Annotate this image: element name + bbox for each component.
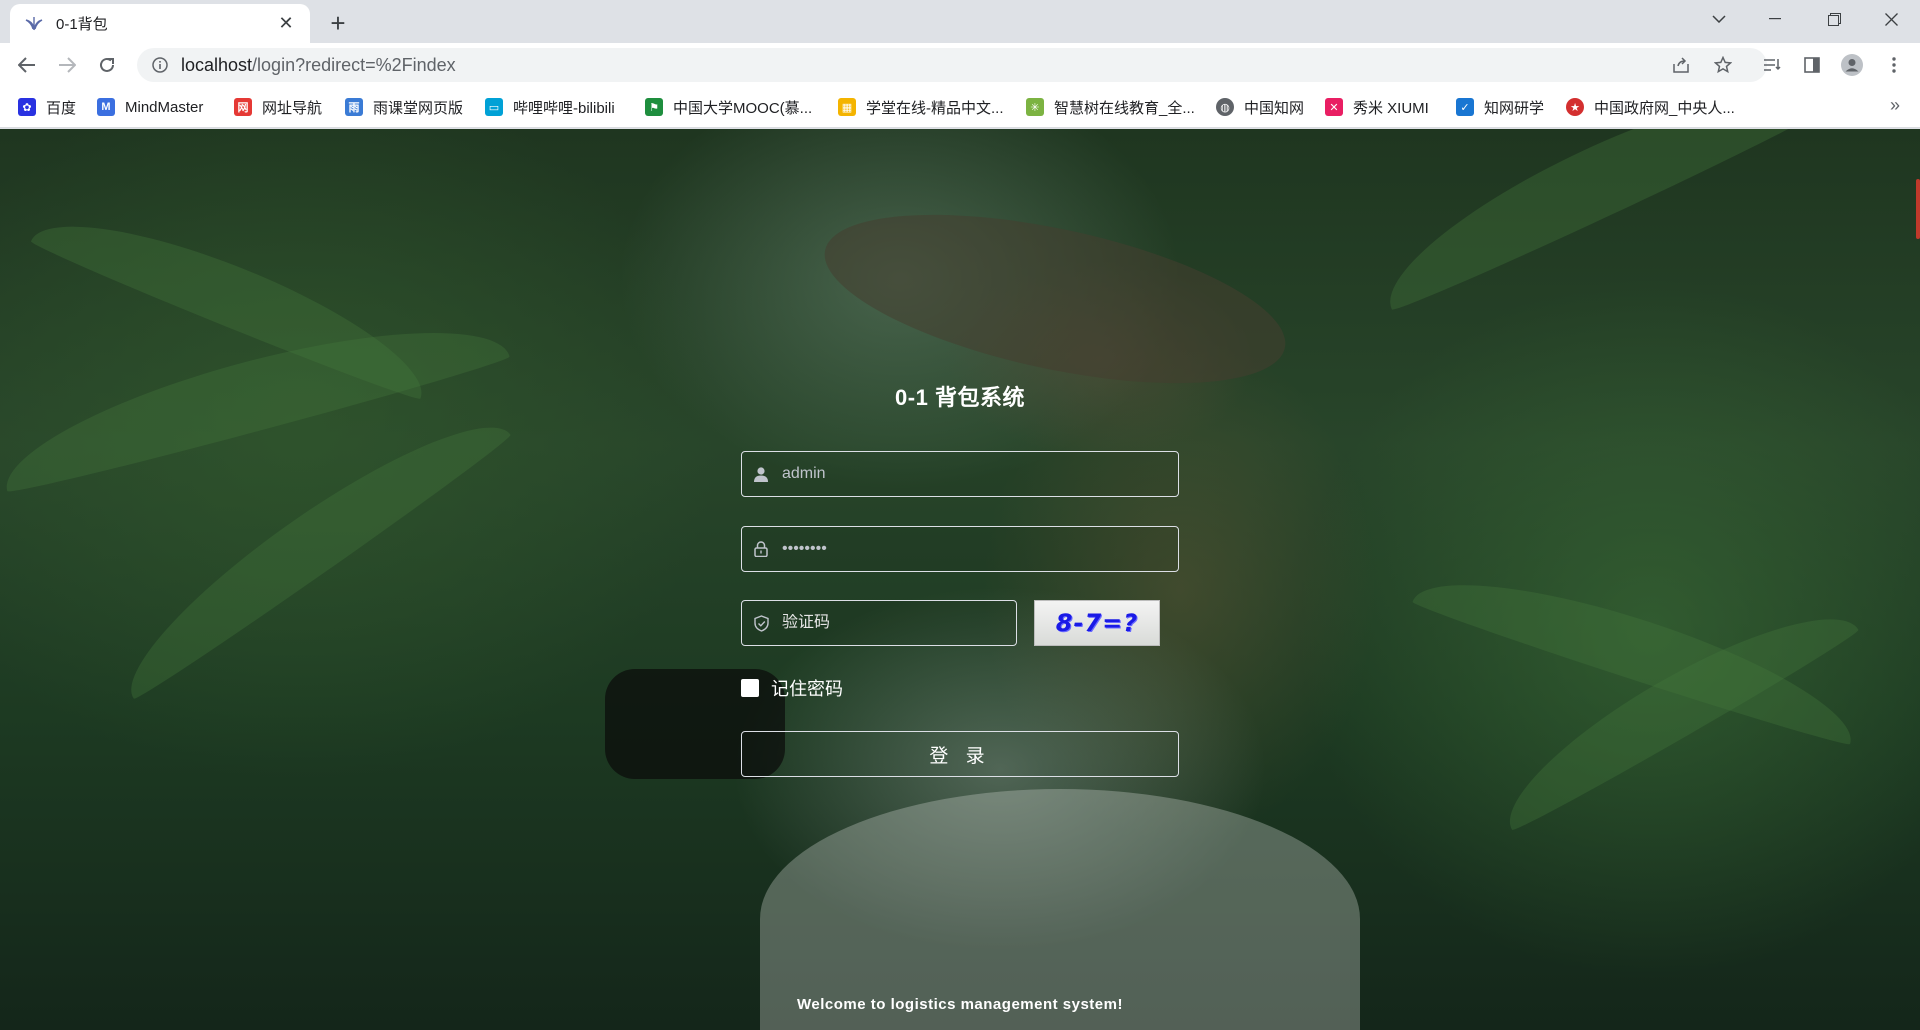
bookmark-item[interactable]: M MindMaster [97, 95, 203, 119]
xuetang-icon: ▦ [838, 98, 856, 116]
bookmark-label: 中国知网 [1244, 99, 1305, 117]
tab-strip: 0-1背包 ✕ + [0, 0, 1920, 43]
browser-tab[interactable]: 0-1背包 ✕ [10, 4, 310, 43]
bookmark-item[interactable]: ✓ 知网研学 [1456, 95, 1544, 119]
reading-list-icon[interactable] [1756, 49, 1788, 81]
bookmark-label: 学堂在线-精品中文... [866, 99, 1004, 117]
remember-password-checkbox[interactable]: 记住密码 [741, 675, 843, 701]
username-input[interactable] [782, 465, 1162, 483]
bookmark-item[interactable]: ✿ 百度 [18, 95, 76, 119]
url-path: /login?redirect=%2Findex [252, 54, 456, 75]
bookmarks-overflow-chevron-icon[interactable]: » [1890, 95, 1900, 116]
bookmark-label: 知网研学 [1484, 99, 1545, 117]
share-icon[interactable] [1665, 48, 1697, 82]
bookmark-label: 秀米 XIUMI [1353, 99, 1429, 117]
xiumi-icon: ✕ [1325, 98, 1343, 116]
bookmark-item[interactable]: ✳ 智慧树在线教育_全... [1026, 95, 1195, 119]
bookmark-item[interactable]: ⚑ 中国大学MOOC(慕... [645, 95, 812, 119]
bookmarks-bar: ✿ 百度 M MindMaster 网网址导航 雨雨课堂网页版 ▭ 哔哩哔哩-bili… [0, 86, 1920, 128]
url-text: localhost/login?redirect=%2Findex [181, 55, 456, 76]
site-info-icon[interactable] [151, 56, 169, 74]
login-page-background: 0-1 背包系统 8-7=? 记住密码 登 录 Welcome to logis… [0, 129, 1920, 1030]
shield-check-icon [752, 614, 770, 632]
browser-menu-icon[interactable] [1878, 49, 1910, 81]
foliage-decoration [1365, 129, 1830, 316]
bookmark-star-icon[interactable] [1707, 48, 1739, 82]
bookmark-label: 哔哩哔哩-bilibili [513, 99, 615, 117]
tab-favicon-icon [24, 14, 44, 34]
tab-close-icon[interactable]: ✕ [276, 13, 296, 34]
side-panel-icon[interactable] [1796, 49, 1828, 81]
lock-icon [752, 540, 770, 558]
bookmark-label: 网址导航 [262, 99, 323, 117]
username-field[interactable] [741, 451, 1179, 497]
reload-icon[interactable] [91, 49, 123, 81]
tab-title: 0-1背包 [56, 16, 108, 33]
scroll-indicator [1916, 179, 1920, 239]
profile-avatar-icon[interactable] [1836, 49, 1868, 81]
login-button[interactable]: 登 录 [741, 731, 1179, 777]
bookmark-label: 中国政府网_中央人... [1594, 99, 1735, 117]
bookmark-label: 百度 [46, 99, 77, 117]
password-input[interactable] [782, 540, 1162, 558]
globe-icon: ◍ [1216, 98, 1234, 116]
bookmark-item[interactable]: 雨雨课堂网页版 [345, 95, 463, 119]
bookmark-item[interactable]: 网网址导航 [234, 95, 322, 119]
address-bar[interactable]: localhost/login?redirect=%2Findex [137, 48, 1767, 82]
captcha-field[interactable] [741, 600, 1017, 646]
url-host: localhost [181, 54, 253, 75]
mooc-flag-icon: ⚑ [645, 98, 663, 116]
bookmark-item[interactable]: ▭ 哔哩哔哩-bilibili [485, 95, 615, 119]
user-icon [752, 465, 770, 483]
new-tab-button[interactable]: + [324, 9, 352, 37]
captcha-input[interactable] [782, 614, 1002, 632]
password-field[interactable] [741, 526, 1179, 572]
zhihuishu-icon: ✳ [1026, 98, 1044, 116]
remember-password-label: 记住密码 [771, 679, 843, 699]
minimize-button[interactable] [1752, 0, 1798, 38]
background-figure-shape [760, 789, 1360, 1030]
login-title: 0-1 背包系统 [895, 385, 1025, 410]
yanxue-icon: ✓ [1456, 98, 1474, 116]
restore-button[interactable] [1811, 0, 1857, 38]
back-arrow-icon[interactable] [11, 49, 43, 81]
bookmark-item[interactable]: ✕ 秀米 XIUMI [1325, 95, 1429, 119]
bookmark-item[interactable]: ▦ 学堂在线-精品中文... [838, 95, 1004, 119]
browser-toolbar: localhost/login?redirect=%2Findex [0, 43, 1920, 86]
bookmark-item[interactable]: ◍ 中国知网 [1216, 95, 1304, 119]
forward-arrow-icon[interactable] [51, 49, 83, 81]
captcha-image[interactable]: 8-7=? [1034, 600, 1160, 646]
captcha-text: 8-7=? [1055, 609, 1139, 637]
bilibili-tv-icon: ▭ [485, 98, 503, 116]
bookmark-label: 智慧树在线教育_全... [1054, 99, 1195, 117]
tab-search-chevron-icon[interactable] [1696, 0, 1742, 38]
welcome-footer: Welcome to logistics management system! [797, 996, 1123, 1013]
bookmark-label: 中国大学MOOC(慕... [673, 99, 813, 117]
yuketang-icon: 雨 [345, 98, 363, 116]
gov-emblem-icon: ★ [1566, 98, 1584, 116]
checkbox-square[interactable] [741, 679, 759, 697]
bookmark-label: 雨课堂网页版 [373, 99, 464, 117]
bookmark-label: MindMaster [125, 98, 204, 116]
close-window-button[interactable] [1868, 0, 1914, 38]
navigation-icon: 网 [234, 98, 252, 116]
baidu-paw-icon: ✿ [18, 98, 36, 116]
mindmaster-icon: M [97, 98, 115, 116]
bookmark-item[interactable]: ★ 中国政府网_中央人... [1566, 95, 1735, 119]
